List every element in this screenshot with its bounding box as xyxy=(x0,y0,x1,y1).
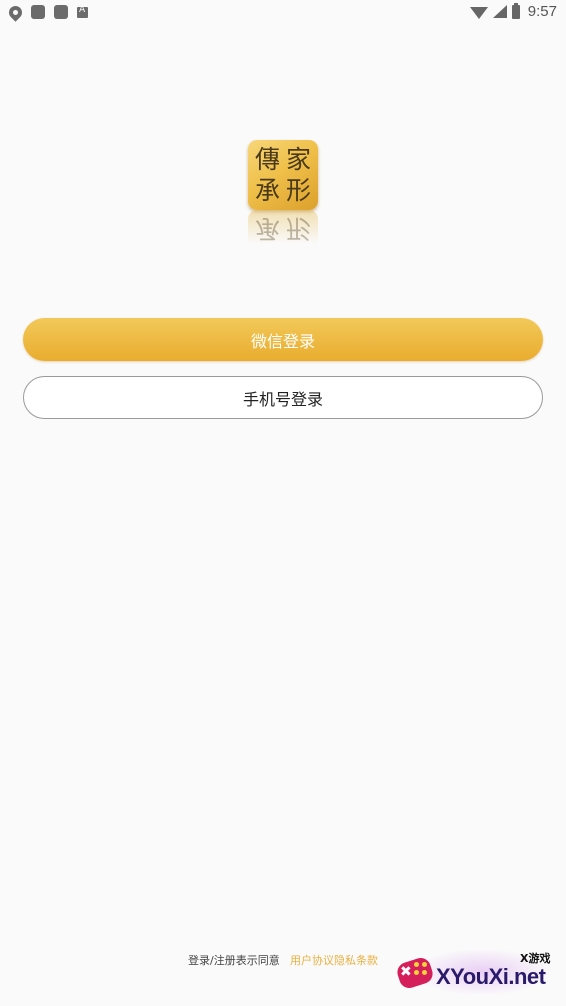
logo-char: 承 xyxy=(254,176,280,205)
phone-login-button[interactable]: 手机号登录 xyxy=(23,376,543,419)
app-icon xyxy=(77,5,88,18)
logo-char: 家 xyxy=(285,145,311,174)
user-agreement-link[interactable]: 用户协议 xyxy=(290,952,334,968)
status-bar-left-icons xyxy=(6,2,88,22)
location-icon xyxy=(6,2,25,22)
cell-signal-icon xyxy=(492,5,507,18)
status-bar-right-icons: 9:57 xyxy=(469,2,557,20)
notification-icon xyxy=(54,5,68,19)
logo-char: 形 xyxy=(285,176,311,205)
battery-icon xyxy=(511,2,520,19)
watermark-big-text: XYouXi.net xyxy=(436,964,546,989)
app-logo-reflection: 承 形 xyxy=(248,210,318,244)
app-logo: 傳 家 承 形 xyxy=(248,140,318,210)
wechat-login-button[interactable]: 微信登录 xyxy=(23,318,543,361)
logo-reflection-char: 承 xyxy=(254,214,280,243)
status-bar: 9:57 xyxy=(0,0,566,26)
logo-reflection-char: 形 xyxy=(285,214,311,243)
wifi-icon xyxy=(469,6,488,19)
gamepad-icon: ✖ xyxy=(394,954,436,994)
notification-icon xyxy=(31,5,45,19)
agreement-prefix-text: 登录/注册表示同意 xyxy=(188,954,280,967)
status-time: 9:57 xyxy=(527,3,557,20)
site-watermark: ✖ X游戏 XYouXi.net xyxy=(392,942,562,1000)
logo-char: 傳 xyxy=(254,145,280,174)
privacy-policy-link[interactable]: 隐私条款 xyxy=(334,952,378,968)
